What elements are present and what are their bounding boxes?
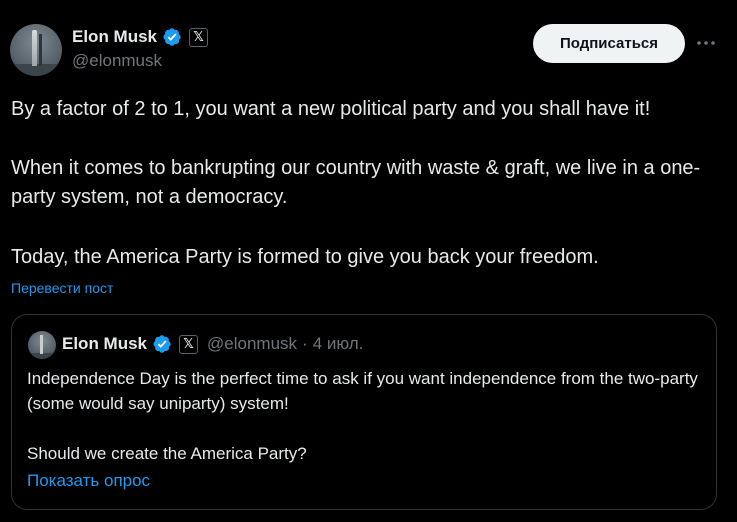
quoted-text: Independence Day is the perfect time to … bbox=[27, 366, 707, 466]
author-name-row: Elon Musk 𝕏 bbox=[72, 27, 209, 47]
author-handle[interactable]: @elonmusk bbox=[72, 51, 162, 71]
post-paragraph-1: By a factor of 2 to 1, you want a new po… bbox=[11, 98, 651, 120]
post-paragraph-2: When it comes to bankrupting our country… bbox=[11, 157, 701, 208]
quoted-avatar-rocket bbox=[40, 335, 43, 354]
quoted-separator: · bbox=[302, 334, 308, 353]
follow-button[interactable]: Подписаться bbox=[533, 24, 685, 63]
show-poll-link[interactable]: Показать опрос bbox=[27, 471, 150, 491]
translate-post-link[interactable]: Перевести пост bbox=[11, 280, 113, 296]
quoted-affiliate-badge-icon: 𝕏 bbox=[179, 334, 199, 354]
quoted-handle: @elonmusk bbox=[207, 334, 298, 353]
quoted-date: 4 июл. bbox=[312, 334, 364, 353]
quoted-paragraph-2: Should we create the America Party? bbox=[27, 444, 307, 463]
quoted-post[interactable]: Elon Musk 𝕏 @elonmusk · 4 июл. Independe… bbox=[11, 314, 717, 510]
verified-badge-icon[interactable] bbox=[162, 27, 182, 47]
quoted-avatar bbox=[28, 331, 56, 359]
quoted-header: Elon Musk 𝕏 @elonmusk · 4 июл. bbox=[62, 334, 363, 354]
post-paragraph-3: Today, the America Party is formed to gi… bbox=[11, 246, 599, 268]
author-avatar[interactable] bbox=[10, 24, 62, 76]
avatar-tower bbox=[39, 34, 42, 66]
quoted-author-name: Elon Musk bbox=[62, 334, 148, 353]
quoted-paragraph-1: Independence Day is the perfect time to … bbox=[27, 369, 698, 413]
avatar-rocket bbox=[32, 30, 37, 66]
author-name[interactable]: Elon Musk bbox=[72, 27, 157, 47]
more-horizontal-icon[interactable] bbox=[694, 31, 718, 55]
quoted-verified-badge-icon bbox=[153, 335, 171, 353]
affiliate-badge-icon[interactable]: 𝕏 bbox=[189, 27, 209, 47]
